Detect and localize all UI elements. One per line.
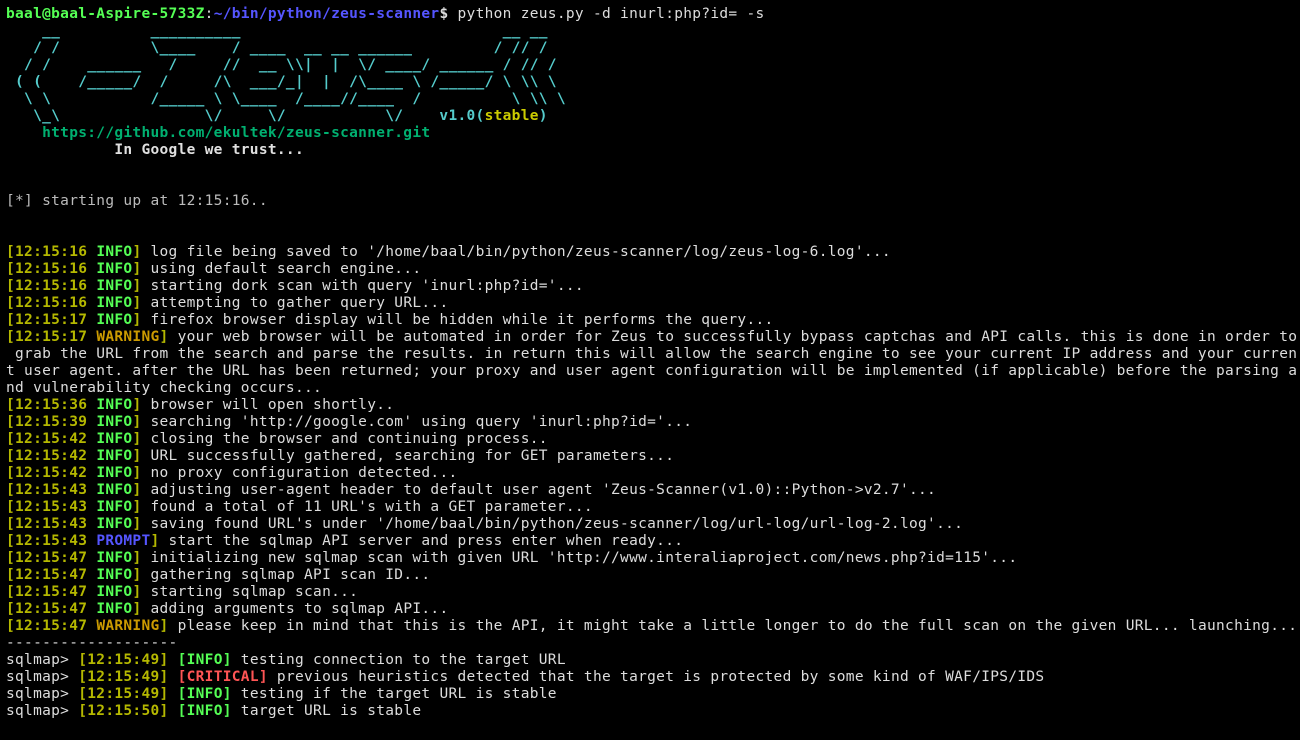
terminal-output[interactable]: baal@baal-Aspire-5733Z:~/bin/python/zeus… (0, 0, 1300, 720)
ascii-art-line: __ __________ __ __ (6, 23, 548, 39)
tagline: In Google we trust... (6, 142, 304, 158)
startup-line: [*] starting up at 12:15:16.. (6, 193, 268, 209)
ascii-art-line: \_\ \/ \/ \/ v1.0( (6, 108, 485, 124)
log-output: [12:15:16 INFO] log file being saved to … (6, 244, 1294, 635)
ascii-art-line: / / \____ / ____ __ __ ______ / // / (6, 40, 548, 56)
ascii-art-line: \ \ /_____ \ \____ /____//____ / \ \\ \ (6, 91, 566, 107)
shell-user: baal (6, 6, 42, 22)
divider: ------------------- (6, 635, 178, 651)
sqlmap-output: sqlmap> [12:15:49] [INFO] testing connec… (6, 652, 1294, 720)
shell-host: baal-Aspire-5733Z (51, 6, 205, 22)
shell-path: ~/bin/python/zeus-scanner (214, 6, 440, 22)
ascii-art-line: ( ( /_____/ / /\ ___/_| | /\____ \ /____… (6, 74, 557, 90)
ascii-art-line: / / ______ / // __ \\| | \/ ____/ ______… (6, 57, 557, 73)
version-stable: stable (485, 108, 539, 124)
repo-url: https://github.com/ekultek/zeus-scanner.… (6, 125, 430, 141)
shell-command: python zeus.py -d inurl:php?id= -s (448, 6, 764, 22)
